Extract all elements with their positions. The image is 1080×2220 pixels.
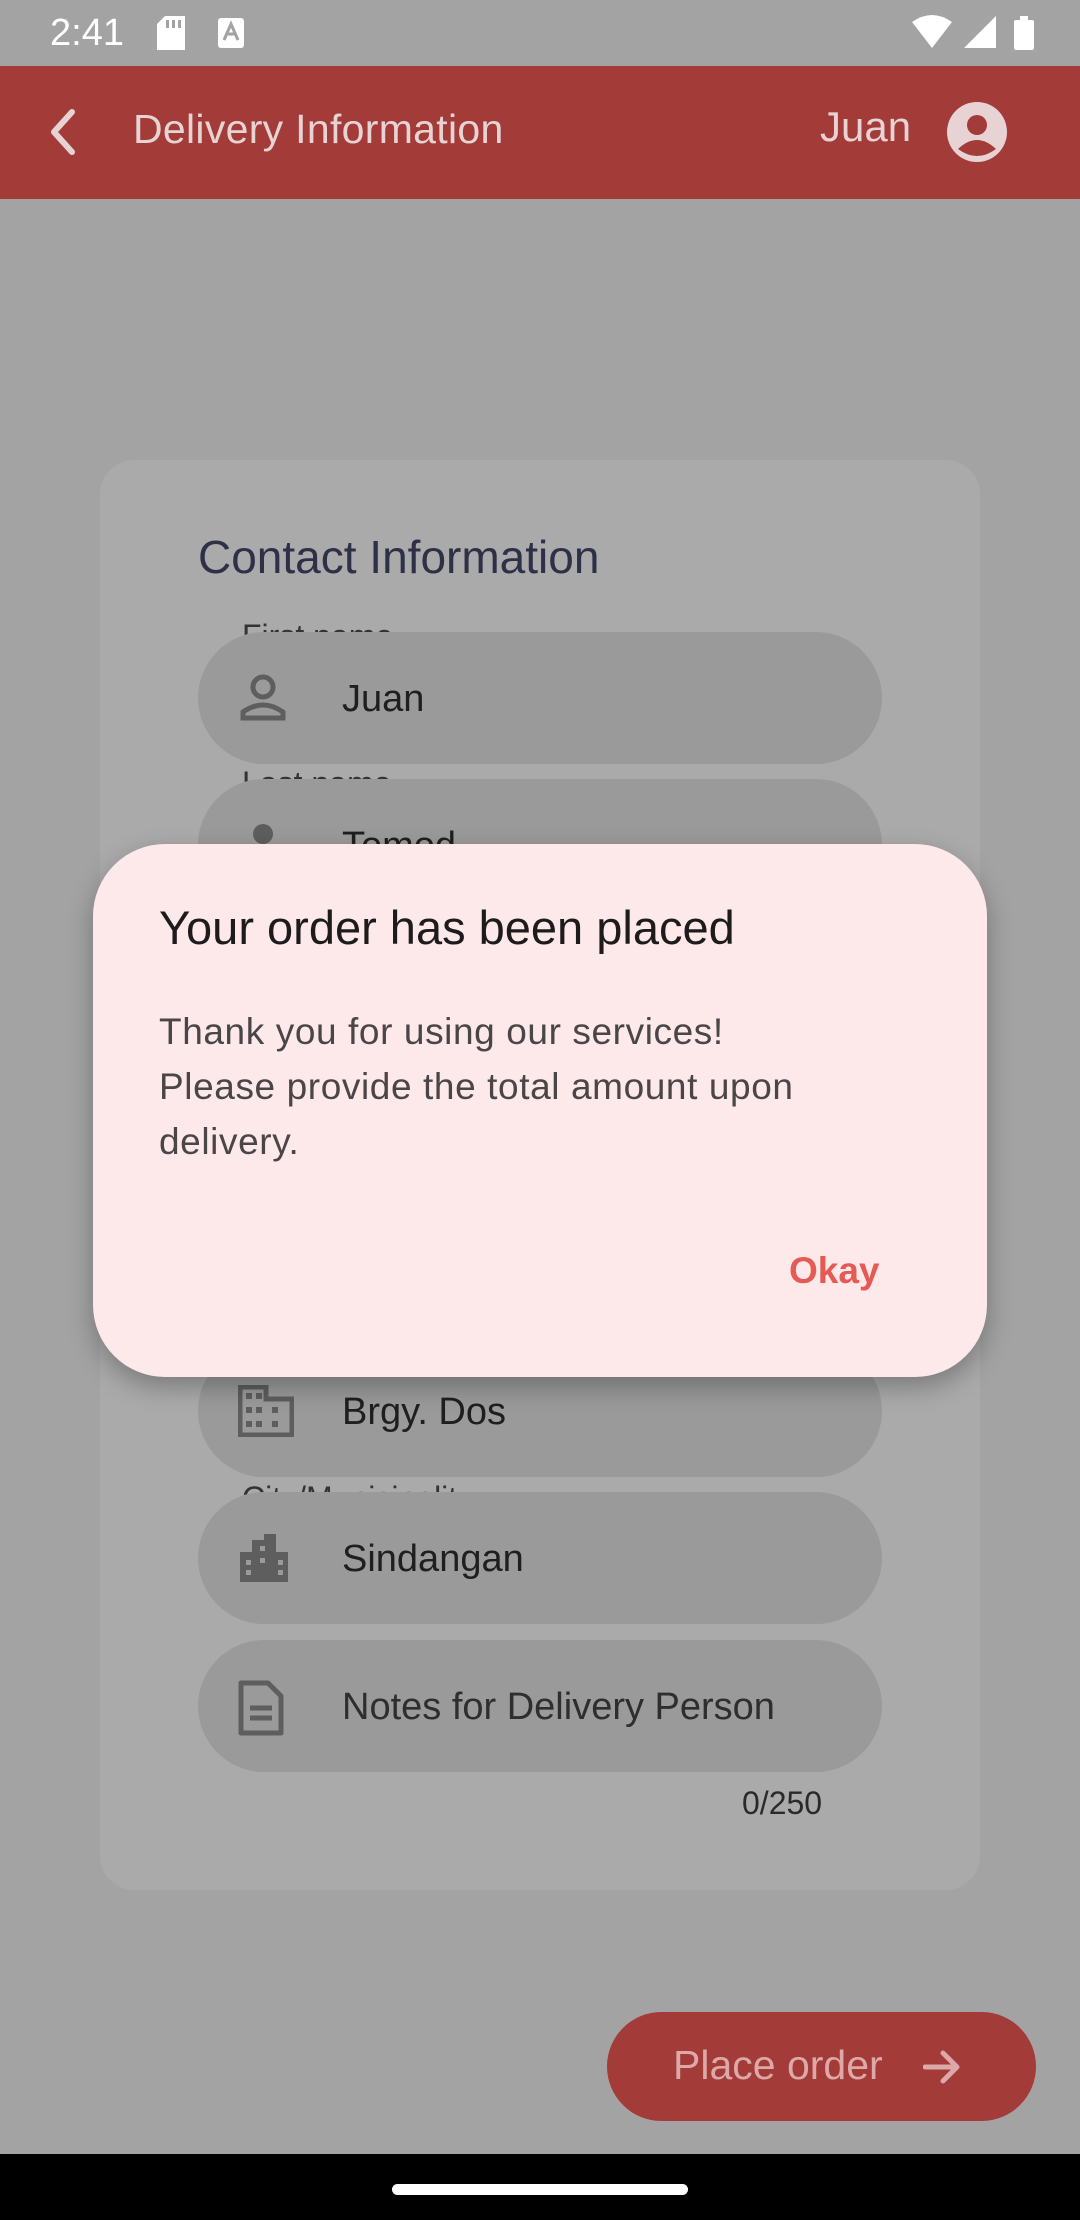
okay-button[interactable]: Okay <box>789 1250 880 1292</box>
battery-icon <box>1014 16 1034 50</box>
app-bar: Delivery Information Juan <box>0 66 1080 199</box>
signal-icon <box>964 16 996 48</box>
city-field[interactable]: Sindangan <box>198 1492 882 1624</box>
accessibility-icon <box>218 18 244 53</box>
dialog-message: Thank you for using our services! Please… <box>159 1004 919 1169</box>
first-name-value: Juan <box>342 678 425 720</box>
notes-counter: 0/250 <box>742 1785 823 1821</box>
notes-placeholder: Notes for Delivery Person <box>342 1686 775 1728</box>
person-icon <box>238 672 288 727</box>
navigation-bar <box>0 2154 1080 2220</box>
place-order-label: Place order <box>673 2042 883 2088</box>
business-icon <box>237 1384 295 1442</box>
first-name-field[interactable]: Juan <box>198 632 882 764</box>
city-value: Sindangan <box>342 1538 524 1580</box>
contact-info-title: Contact Information <box>198 531 600 583</box>
dialog-message-line2: Please provide the total amount upon del… <box>159 1066 794 1162</box>
page-title: Delivery Information <box>133 106 504 152</box>
sd-card-icon <box>157 16 185 55</box>
place-order-button[interactable]: Place order <box>607 2012 1036 2121</box>
user-name: Juan <box>820 103 912 150</box>
status-time: 2:41 <box>50 12 124 54</box>
status-bar: 2:41 <box>0 0 1080 66</box>
dialog-message-line1: Thank you for using our services! <box>159 1011 724 1052</box>
arrow-forward-icon <box>922 2050 963 2089</box>
back-arrow-icon[interactable] <box>48 108 78 161</box>
wifi-icon <box>912 15 952 48</box>
dialog-title: Your order has been placed <box>159 901 735 954</box>
system-icons <box>912 14 1040 57</box>
barangay-value: Brgy. Dos <box>342 1391 507 1433</box>
description-icon <box>238 1680 284 1741</box>
notes-field[interactable]: Notes for Delivery Person <box>198 1640 882 1772</box>
location-city-icon <box>238 1532 290 1589</box>
home-gesture-handle[interactable] <box>392 2184 688 2195</box>
order-placed-dialog: Your order has been placed Thank you for… <box>93 844 987 1377</box>
account-circle-icon[interactable] <box>946 101 1008 168</box>
